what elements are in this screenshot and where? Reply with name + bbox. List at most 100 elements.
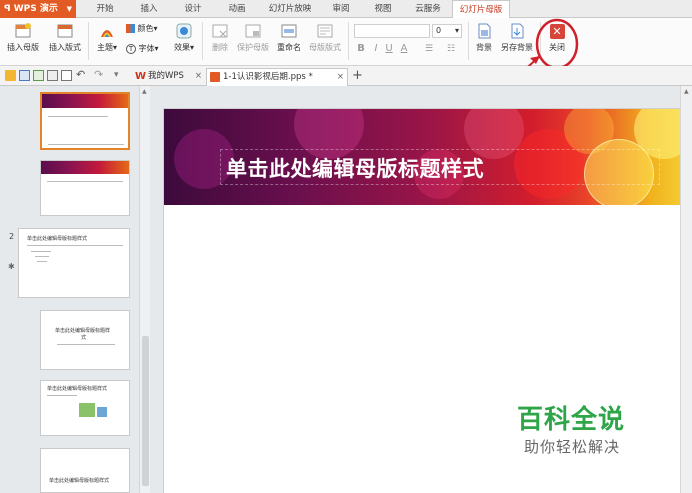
thumbnail-image-icon	[97, 407, 107, 417]
thumbnail-title: 式	[81, 335, 87, 341]
thumbnail-layout-5[interactable]: 单击此处编辑母版标题样式	[40, 448, 130, 493]
thumbnail-placeholder-line	[35, 256, 49, 257]
save-icon[interactable]	[19, 70, 30, 81]
rename-button[interactable]: 重命名	[274, 22, 304, 53]
scroll-up-icon[interactable]: ▲	[142, 88, 147, 95]
thumbnail-title: 单击此处编辑母版标题样式	[49, 478, 110, 484]
font-icon: T	[126, 43, 136, 54]
highlight-circle	[535, 18, 579, 70]
insert-layout-button[interactable]: 插入版式	[46, 22, 84, 53]
tab-view[interactable]: 视图	[366, 0, 400, 18]
tab-insert[interactable]: 插入	[132, 0, 166, 18]
thumbnail-banner	[42, 94, 128, 108]
ribbon-divider	[202, 22, 203, 60]
customize-icon[interactable]: ▾	[114, 70, 125, 81]
thumbnail-title: 单击此处编辑母版标题样	[55, 328, 111, 334]
effects-button[interactable]: 效果▾	[170, 22, 198, 53]
slide-thumbnail-panel: 2 ✱ 单击此处编辑母版标题样式 单击此处编辑母版标题样 式 单击此处编辑母版标…	[0, 86, 150, 493]
tab-cloud[interactable]: 云服务	[408, 0, 448, 18]
chevron-down-icon: ▼	[66, 5, 72, 13]
print-icon[interactable]	[47, 70, 58, 81]
chevron-down-icon: ▾	[112, 43, 117, 52]
undo-icon[interactable]: ↶	[76, 69, 87, 81]
bullets-icon[interactable]: ☰	[422, 44, 436, 54]
close-icon[interactable]: ×	[195, 68, 202, 85]
thumbnail-master[interactable]	[40, 92, 130, 150]
new-tab-button[interactable]: +	[352, 68, 363, 84]
pin-icon: ✱	[8, 262, 15, 271]
ribbon-divider	[348, 22, 349, 60]
tab-my-wps[interactable]: W 我的WPS ×	[132, 68, 204, 86]
tab-home[interactable]: 开始	[88, 0, 122, 18]
open-icon[interactable]	[5, 70, 16, 81]
insert-master-icon	[15, 23, 31, 38]
wps-logo-icon: W	[135, 71, 147, 82]
chevron-down-icon: ▾	[154, 44, 159, 53]
italic-button[interactable]: I	[371, 43, 381, 54]
thumbnail-placeholder-line	[47, 181, 123, 182]
effects-icon	[176, 23, 192, 39]
slide-title[interactable]: 单击此处编辑母版标题样式	[226, 153, 484, 183]
tab-design[interactable]: 设计	[176, 0, 210, 18]
thumbnail-layout-2[interactable]: 单击此处编辑母版标题样式	[18, 228, 130, 298]
thumbnail-placeholder-line	[57, 344, 115, 345]
insert-layout-icon	[57, 24, 73, 38]
thumbnail-placeholder-line	[47, 395, 77, 396]
app-logo-icon: ꟼ	[4, 4, 14, 14]
tab-slideshow[interactable]: 幻灯片放映	[262, 0, 318, 18]
master-layout-icon	[317, 24, 333, 38]
delete-icon	[212, 24, 228, 38]
delete-button[interactable]: 删除	[206, 22, 234, 53]
scrollbar-thumb[interactable]	[142, 336, 149, 486]
presentation-file-icon	[210, 72, 220, 82]
master-layout-button[interactable]: 母版版式	[306, 22, 344, 53]
thumbnail-placeholder-line	[31, 251, 51, 252]
preserve-master-button[interactable]: 保护母版	[234, 22, 272, 53]
thumbnail-layout-4[interactable]: 单击此处编辑母版标题样式	[40, 380, 130, 436]
preview-icon[interactable]	[61, 70, 72, 81]
slide-banner-image: 单击此处编辑母版标题样式	[164, 109, 692, 205]
canvas-scrollbar[interactable]: ▲	[680, 86, 692, 493]
thumbnail-layout-3[interactable]: 单击此处编辑母版标题样 式	[40, 310, 130, 370]
color-palette-icon	[126, 24, 135, 33]
watermark-tagline: 助你轻松解决	[524, 438, 621, 456]
chevron-down-icon: ▾	[189, 43, 194, 52]
scroll-up-icon[interactable]: ▲	[684, 88, 689, 95]
thumbnail-banner	[41, 161, 129, 174]
thumbnail-placeholder-line	[27, 245, 123, 246]
redo-icon[interactable]: ↷	[94, 69, 105, 81]
chevron-down-icon: ▾	[454, 26, 459, 35]
thumbnail-layout-1[interactable]	[40, 160, 130, 216]
tab-document[interactable]: 1-1认识影视后期.pps * ×	[206, 68, 348, 86]
app-menu-button[interactable]: ꟼ WPS 演示 ▼	[0, 0, 76, 18]
font-color-button[interactable]: A	[397, 43, 411, 54]
bold-button[interactable]: B	[356, 43, 366, 54]
export-icon[interactable]	[33, 70, 44, 81]
thumbnail-placeholder-line	[37, 261, 47, 262]
ribbon-divider	[88, 22, 89, 60]
underline-button[interactable]: U	[384, 43, 394, 54]
thumbnail-scrollbar[interactable]: ▲	[139, 86, 150, 493]
theme-icon	[101, 30, 113, 37]
thumbnail-chart-icon	[79, 403, 95, 417]
thumbnail-placeholder-line	[48, 144, 124, 145]
tab-review[interactable]: 审阅	[324, 0, 358, 18]
thumbnail-placeholder-line	[48, 116, 108, 117]
document-tab-strip: ↶ ↷ ▾ W 我的WPS × 1-1认识影视后期.pps * × +	[0, 66, 692, 86]
insert-master-button[interactable]: 插入母版	[4, 22, 42, 53]
close-icon[interactable]: ×	[337, 69, 344, 86]
font-name-combo[interactable]	[354, 24, 430, 38]
ribbon-divider	[468, 22, 469, 60]
theme-button[interactable]: 主题▾	[93, 22, 121, 53]
colors-button[interactable]: 颜色▾	[126, 23, 166, 34]
watermark-brand: 百科全说	[517, 405, 626, 435]
thumbnail-title: 单击此处编辑母版标题样式	[27, 236, 88, 242]
font-size-combo[interactable]: 0 ▾	[432, 24, 462, 38]
tab-animation[interactable]: 动画	[220, 0, 254, 18]
numbering-icon[interactable]: ☷	[444, 44, 458, 54]
lock-icon	[245, 24, 261, 38]
fonts-button[interactable]: T 字体▾	[126, 43, 166, 54]
canvas-top-margin	[150, 86, 680, 108]
slide-number: 2	[9, 232, 15, 241]
rename-icon	[281, 24, 297, 38]
